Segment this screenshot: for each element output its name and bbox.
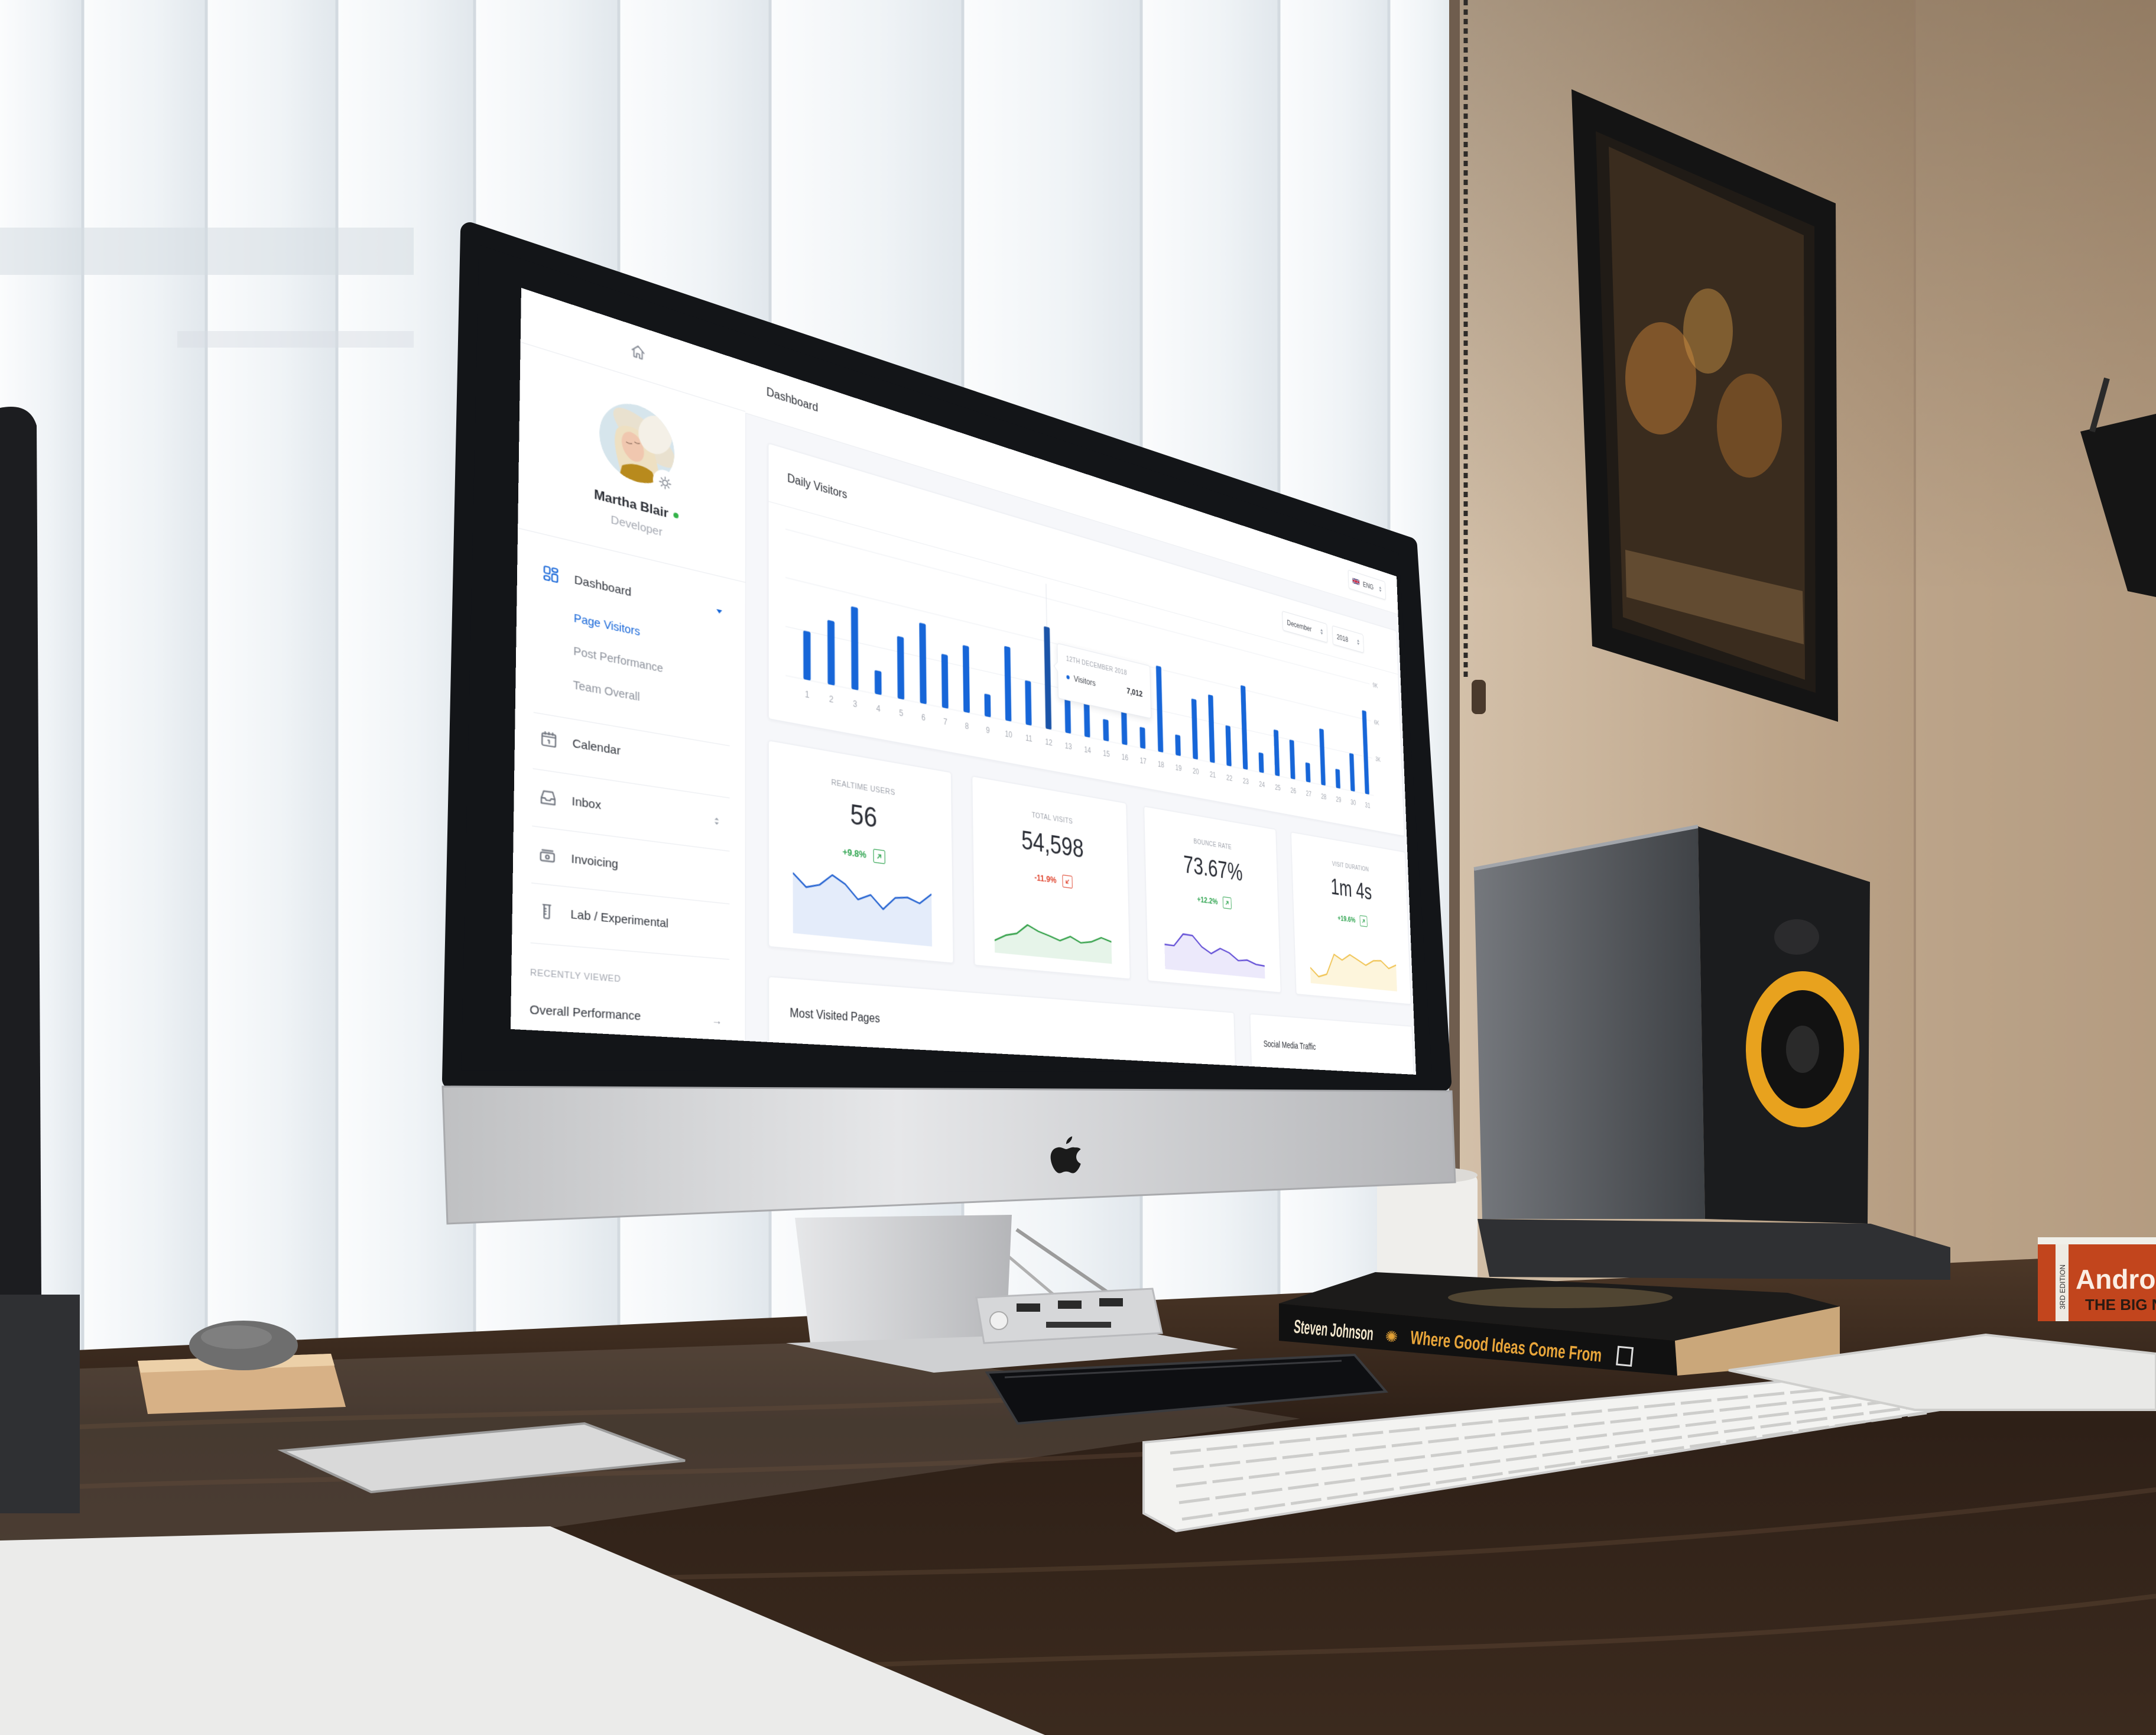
foreground-scene: Steven Johnson ✺ Where Good Ideas Come F… xyxy=(0,1237,2156,1735)
desk-photo-scene: Martha Blair Developer Dashboard Page Vi… xyxy=(0,0,2156,1735)
wireless-charger-pad xyxy=(277,1422,686,1494)
usb-hub xyxy=(975,1288,1163,1344)
smartphone xyxy=(985,1353,1389,1425)
book-title: Android xyxy=(2076,1264,2156,1295)
star-icon: ✺ xyxy=(1384,1328,1399,1347)
wooden-coaster-with-stone xyxy=(138,1321,346,1414)
book-edition: 3RD EDITION xyxy=(2058,1264,2067,1309)
book-subtitle: THE BIG N xyxy=(2085,1296,2156,1314)
android-book: 3RD EDITION Android THE BIG N xyxy=(2038,1237,2156,1321)
white-paper xyxy=(0,1526,1045,1735)
book-where-good-ideas-come-from: Steven Johnson ✺ Where Good Ideas Come F… xyxy=(1279,1272,1840,1376)
